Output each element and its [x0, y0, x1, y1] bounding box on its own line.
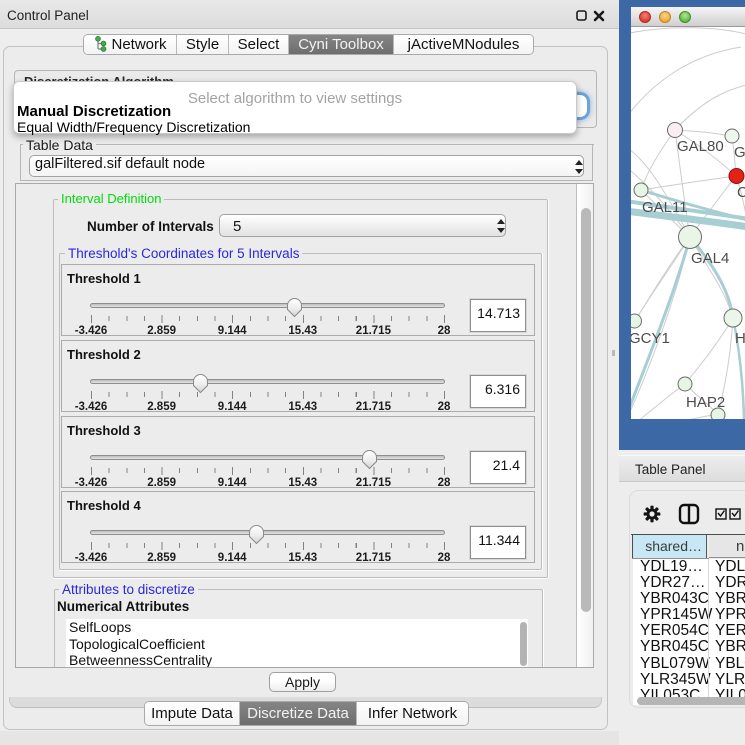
svg-text:GAL80: GAL80	[677, 138, 724, 155]
svg-text:GA: GA	[734, 144, 745, 161]
svg-text:GCY1: GCY1	[631, 330, 670, 347]
svg-text:H: H	[735, 330, 745, 347]
svg-text:GAL11: GAL11	[642, 199, 688, 216]
svg-text:C: C	[737, 184, 745, 201]
svg-text:HAP2: HAP2	[686, 394, 725, 411]
svg-text:GAL4: GAL4	[691, 250, 729, 267]
